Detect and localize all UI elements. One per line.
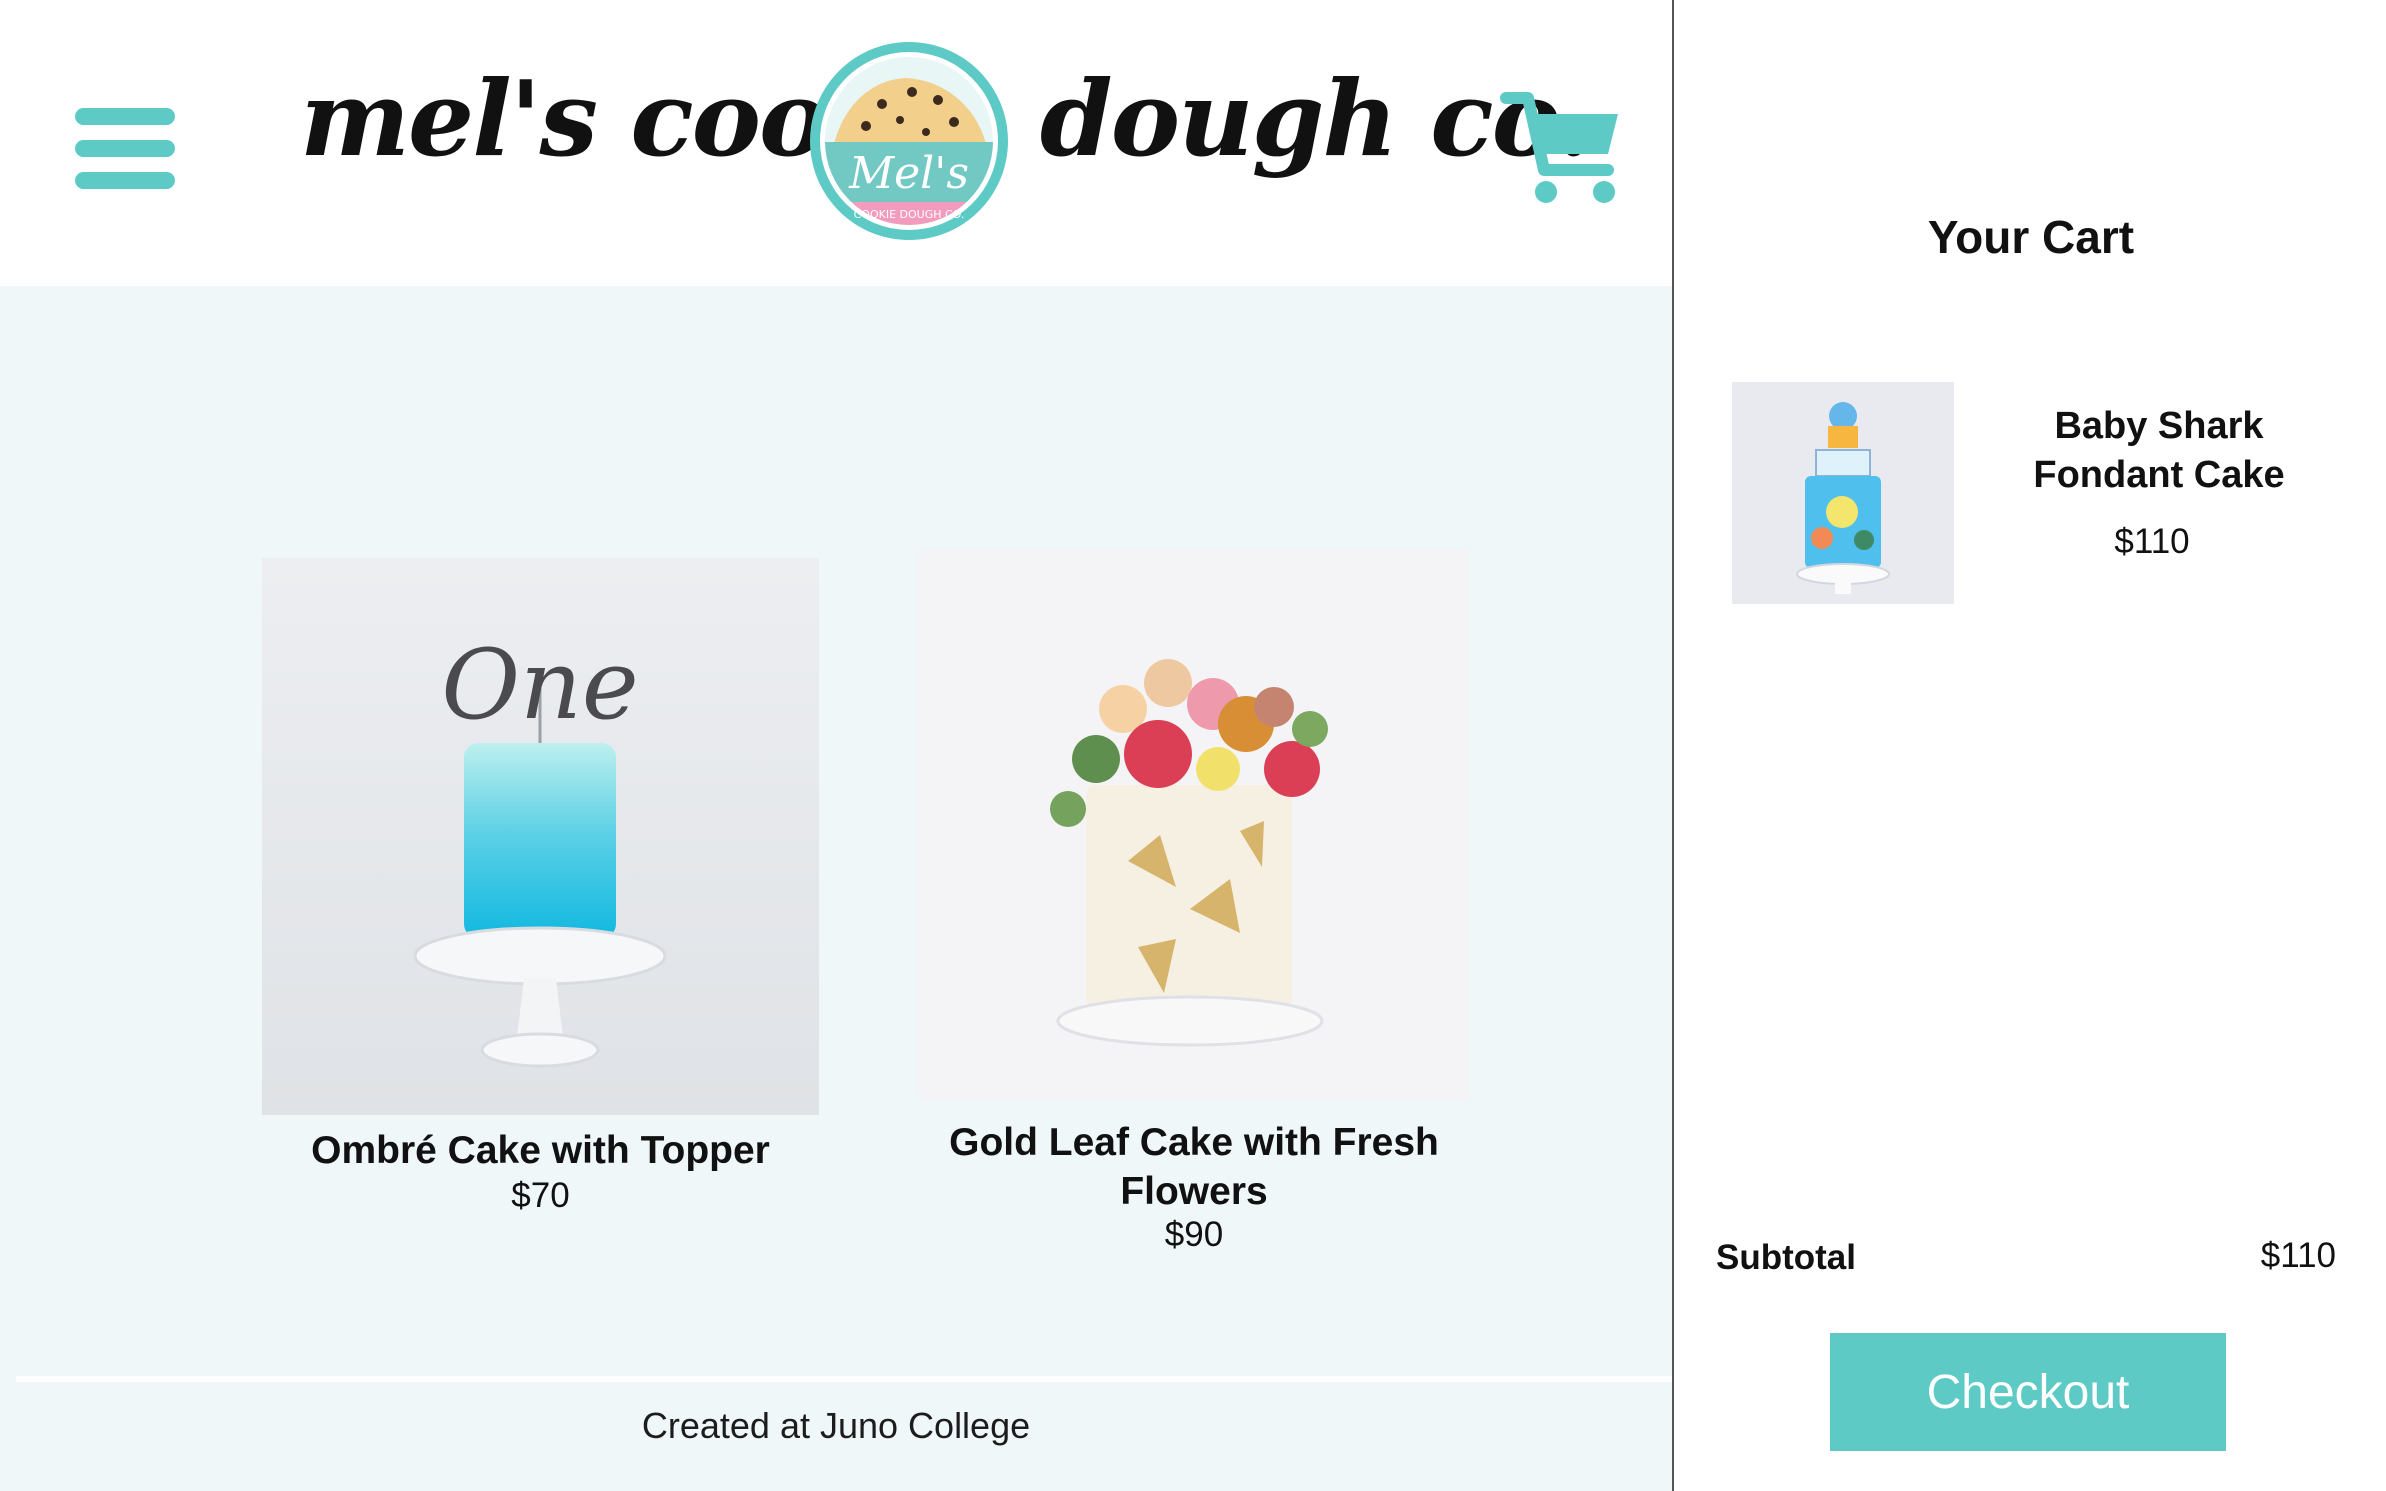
logo-badge: Mel's COOKIE DOUGH CO. <box>810 42 1008 240</box>
cake-topper-text: One <box>441 629 638 741</box>
checkout-button[interactable]: Checkout <box>1830 1333 2226 1451</box>
baby-shark-cake-image <box>1732 382 1954 604</box>
subtotal-label: Subtotal <box>1716 1238 1856 1277</box>
ombre-cake-image[interactable]: One <box>262 558 819 1115</box>
site-header: mel's cookie Mel's COOKIE DOUGH CO. doug… <box>0 0 1672 286</box>
product-name: Gold Leaf Cake with Fresh Flowers <box>949 1121 1439 1213</box>
cart-title: Your Cart <box>1927 211 2135 263</box>
cart-item-price: $110 <box>2114 522 2190 561</box>
footer-credit: Created at Juno College <box>641 1405 1031 1446</box>
shopping-cart-icon[interactable] <box>1500 84 1626 210</box>
gold-leaf-cake-image[interactable] <box>918 549 1469 1100</box>
main-content: mel's cookie Mel's COOKIE DOUGH CO. doug… <box>0 0 1672 1491</box>
hamburger-menu-icon[interactable] <box>75 106 175 190</box>
page: mel's cookie Mel's COOKIE DOUGH CO. doug… <box>0 0 2386 1491</box>
logo-badge-script: Mel's <box>848 148 969 199</box>
footer-divider <box>16 1376 1672 1382</box>
product-price: $90 <box>1164 1215 1224 1254</box>
cart-panel: Your Cart Baby Shark Fondant Cake $110 S… <box>1672 0 2386 1491</box>
product-price: $70 <box>511 1176 570 1215</box>
cart-item-name: Baby Shark Fondant Cake <box>2033 405 2285 496</box>
product-name: Ombré Cake with Topper <box>311 1129 770 1172</box>
logo-badge-subtext: COOKIE DOUGH CO. <box>854 208 965 221</box>
subtotal-value: $110 <box>2260 1236 2336 1275</box>
